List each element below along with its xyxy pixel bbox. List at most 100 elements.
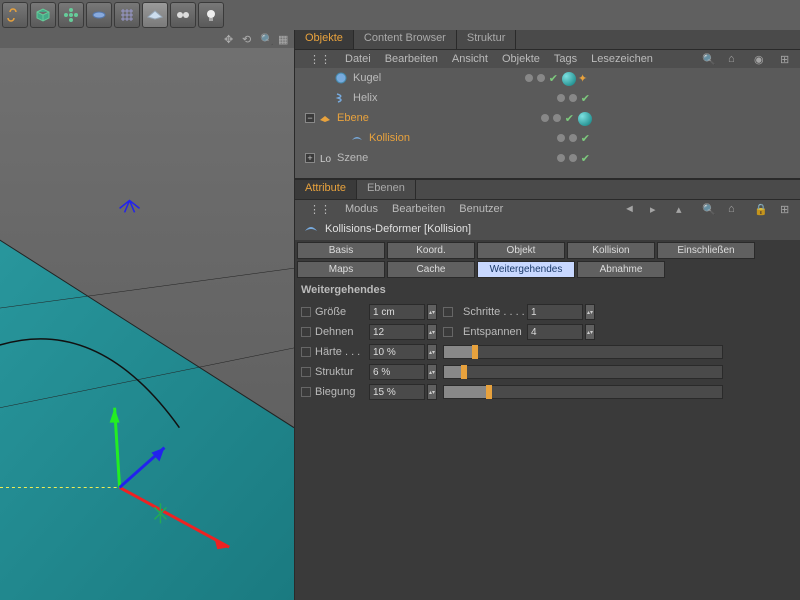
cat-kollision[interactable]: Kollision xyxy=(567,242,655,259)
tool-cube-icon[interactable] xyxy=(30,2,56,28)
cat-einschließen[interactable]: Einschließen xyxy=(657,242,755,259)
grip-icon[interactable]: ⋮⋮ xyxy=(309,53,331,66)
eye-icon[interactable]: ◉ xyxy=(754,53,766,65)
cat-cache[interactable]: Cache xyxy=(387,261,475,278)
render-dot[interactable] xyxy=(537,74,545,82)
render-dot[interactable] xyxy=(553,114,561,122)
visibility-dot[interactable] xyxy=(525,74,533,82)
viewport-move-icon[interactable]: ✥ xyxy=(224,33,236,45)
menu-benutzer[interactable]: Benutzer xyxy=(459,203,503,215)
render-dot[interactable] xyxy=(569,94,577,102)
param-input-Schritte . . . .[interactable] xyxy=(527,304,583,320)
tree-row[interactable]: +LoSzene✔ xyxy=(295,148,800,168)
spinner-icon[interactable]: ▴▾ xyxy=(427,304,437,320)
search-icon[interactable]: 🔍 xyxy=(702,203,714,215)
expand-icon[interactable]: ⊞ xyxy=(780,203,792,215)
home-icon[interactable]: ⌂ xyxy=(728,53,740,65)
menu-bearbeiten-attr[interactable]: Bearbeiten xyxy=(392,203,445,215)
tab-objekte[interactable]: Objekte xyxy=(295,30,354,49)
tree-expander[interactable]: + xyxy=(305,153,315,163)
cat-basis[interactable]: Basis xyxy=(297,242,385,259)
viewport-zoom-icon[interactable]: 🔍 xyxy=(260,33,272,45)
object-tree[interactable]: Kugel✔✦Helix✔−Ebene✔Kollision✔+LoSzene✔ xyxy=(295,68,800,178)
viewport[interactable]: ✥ ⟲ 🔍 ▦ xyxy=(0,30,295,600)
expand-icon[interactable]: ⊞ xyxy=(780,53,792,65)
menu-ansicht[interactable]: Ansicht xyxy=(452,53,488,65)
nav-up-icon[interactable]: ▴ xyxy=(676,203,688,215)
spinner-icon[interactable]: ▴▾ xyxy=(427,364,437,380)
slider-Härte . . .[interactable] xyxy=(443,345,723,359)
menu-tags[interactable]: Tags xyxy=(554,53,577,65)
tool-light-icon[interactable] xyxy=(198,2,224,28)
spinner-icon[interactable]: ▴▾ xyxy=(427,344,437,360)
tab-struktur[interactable]: Struktur xyxy=(457,30,517,49)
lock-icon[interactable]: 🔒 xyxy=(754,203,766,215)
slider-Struktur[interactable] xyxy=(443,365,723,379)
tree-row[interactable]: Kugel✔✦ xyxy=(295,68,800,88)
nav-fwd-icon[interactable]: ▸ xyxy=(650,203,662,215)
tree-label[interactable]: Kollision xyxy=(369,132,410,144)
spinner-icon[interactable]: ▴▾ xyxy=(427,324,437,340)
visibility-dot[interactable] xyxy=(557,154,565,162)
tool-plane-icon[interactable] xyxy=(142,2,168,28)
tool-chain-icon[interactable] xyxy=(2,2,28,28)
viewport-rotate-icon[interactable]: ⟲ xyxy=(242,33,254,45)
tool-grid-icon[interactable] xyxy=(114,2,140,28)
tree-row[interactable]: Kollision ✔ xyxy=(295,128,800,148)
enable-check-icon[interactable]: ✔ xyxy=(581,152,590,165)
enable-check-icon[interactable]: ✔ xyxy=(581,92,590,105)
cat-koord.[interactable]: Koord. xyxy=(387,242,475,259)
cat-abnahme[interactable]: Abnahme xyxy=(577,261,665,278)
tag-dynamics-icon[interactable] xyxy=(578,112,590,124)
home-icon[interactable]: ⌂ xyxy=(728,203,740,215)
param-check[interactable] xyxy=(443,307,453,317)
tool-goggles-icon[interactable] xyxy=(170,2,196,28)
tool-array-icon[interactable] xyxy=(58,2,84,28)
param-check[interactable] xyxy=(301,307,311,317)
tree-row[interactable]: Helix ✔ xyxy=(295,88,800,108)
spinner-icon[interactable]: ▴▾ xyxy=(585,304,595,320)
param-check[interactable] xyxy=(301,347,311,357)
grip-icon[interactable]: ⋮⋮ xyxy=(309,203,331,216)
render-dot[interactable] xyxy=(569,134,577,142)
tree-label[interactable]: Helix xyxy=(353,92,377,104)
tree-expander[interactable]: − xyxy=(305,113,315,123)
visibility-dot[interactable] xyxy=(541,114,549,122)
tab-attribute[interactable]: Attribute xyxy=(295,180,357,199)
tree-label[interactable]: Kugel xyxy=(353,72,381,84)
render-dot[interactable] xyxy=(569,154,577,162)
menu-objekte[interactable]: Objekte xyxy=(502,53,540,65)
tool-slice-icon[interactable] xyxy=(86,2,112,28)
param-check[interactable] xyxy=(301,387,311,397)
cat-maps[interactable]: Maps xyxy=(297,261,385,278)
enable-check-icon[interactable]: ✔ xyxy=(581,132,590,145)
search-icon[interactable]: 🔍 xyxy=(702,53,714,65)
param-input-Größe[interactable] xyxy=(369,304,425,320)
spinner-icon[interactable]: ▴▾ xyxy=(585,324,595,340)
menu-lesezeichen[interactable]: Lesezeichen xyxy=(591,53,653,65)
menu-bearbeiten[interactable]: Bearbeiten xyxy=(385,53,438,65)
tab-ebenen[interactable]: Ebenen xyxy=(357,180,416,199)
nav-back-icon[interactable]: ◄ xyxy=(624,203,636,215)
cat-weitergehendes[interactable]: Weitergehendes xyxy=(477,261,575,278)
tag-dynamics-icon[interactable] xyxy=(562,72,574,84)
menu-datei[interactable]: Datei xyxy=(345,53,371,65)
viewport-view-icon[interactable]: ▦ xyxy=(278,33,290,45)
spinner-icon[interactable]: ▴▾ xyxy=(427,384,437,400)
visibility-dot[interactable] xyxy=(557,134,565,142)
cat-objekt[interactable]: Objekt xyxy=(477,242,565,259)
param-check[interactable] xyxy=(301,367,311,377)
param-input-Struktur[interactable] xyxy=(369,364,425,380)
param-input-Härte . . .[interactable] xyxy=(369,344,425,360)
param-input-Dehnen[interactable] xyxy=(369,324,425,340)
tree-row[interactable]: −Ebene✔ xyxy=(295,108,800,128)
enable-check-icon[interactable]: ✔ xyxy=(565,112,574,125)
visibility-dot[interactable] xyxy=(557,94,565,102)
tag-wand-icon[interactable]: ✦ xyxy=(578,72,590,84)
param-check[interactable] xyxy=(443,327,453,337)
param-input-Biegung[interactable] xyxy=(369,384,425,400)
param-input-Entspannen[interactable] xyxy=(527,324,583,340)
tab-content-browser[interactable]: Content Browser xyxy=(354,30,457,49)
tree-label[interactable]: Szene xyxy=(337,152,368,164)
menu-modus[interactable]: Modus xyxy=(345,203,378,215)
